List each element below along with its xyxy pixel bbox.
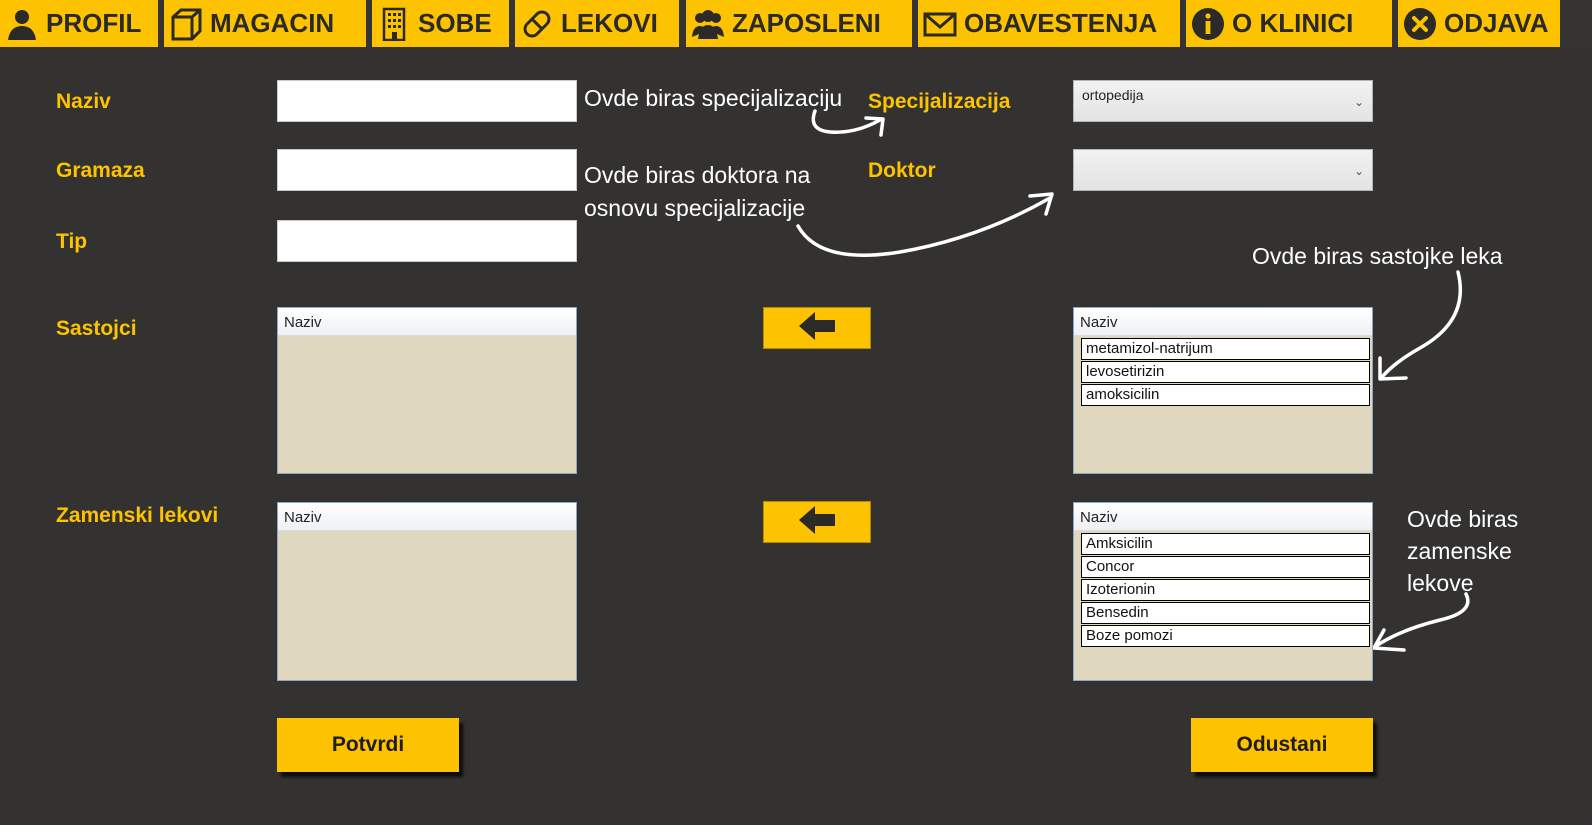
list-item[interactable]: metamizol-natrijum — [1081, 338, 1370, 360]
column-header-naziv: Naziv — [278, 308, 576, 336]
selected-zamenski-list[interactable]: Naziv — [277, 502, 577, 681]
available-zamenski-list[interactable]: Naziv Amksicilin Concor Izoterionin Bens… — [1073, 502, 1373, 681]
list-item[interactable]: amoksicilin — [1081, 384, 1370, 406]
list-item[interactable]: Concor — [1081, 556, 1370, 578]
column-header-naziv: Naziv — [1074, 308, 1372, 336]
arrow-left-icon — [797, 310, 837, 347]
add-zamenski-lek-button[interactable] — [763, 501, 871, 543]
arrow-to-specijalizacija — [811, 109, 882, 134]
available-sastojci-list[interactable]: Naziv metamizol-natrijum levosetirizin a… — [1073, 307, 1373, 474]
list-item[interactable]: Amksicilin — [1081, 533, 1370, 555]
potvrdi-button[interactable]: Potvrdi — [277, 718, 459, 772]
add-sastojak-button[interactable] — [763, 307, 871, 349]
column-header-naziv: Naziv — [1074, 503, 1372, 531]
odustani-button[interactable]: Odustani — [1191, 718, 1373, 772]
list-item[interactable]: Izoterionin — [1081, 579, 1370, 601]
arrow-to-sastojci — [1380, 270, 1463, 379]
list-item[interactable]: Bensedin — [1081, 602, 1370, 624]
list-item[interactable]: Boze pomozi — [1081, 625, 1370, 647]
selected-sastojci-list[interactable]: Naziv — [277, 307, 577, 474]
arrow-to-zamenski — [1374, 592, 1470, 648]
arrow-left-icon — [797, 504, 837, 541]
list-item[interactable]: levosetirizin — [1081, 361, 1370, 383]
arrow-to-doktor — [796, 196, 1052, 257]
column-header-naziv: Naziv — [278, 503, 576, 531]
